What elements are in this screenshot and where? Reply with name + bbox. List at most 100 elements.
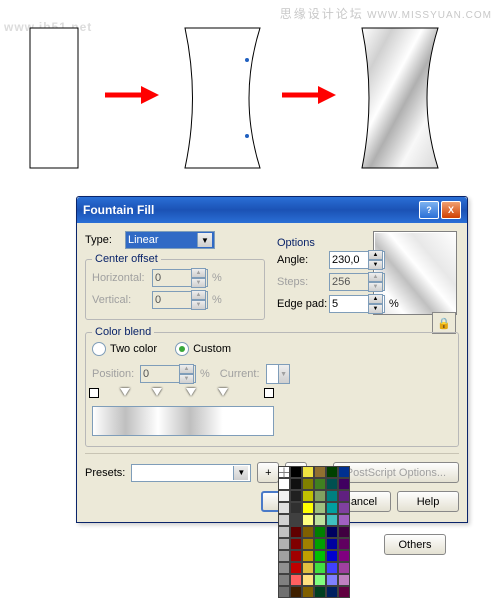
palette-swatch[interactable] — [314, 550, 326, 562]
palette-swatch[interactable] — [278, 478, 290, 490]
presets-label: Presets: — [85, 467, 125, 479]
edgepad-label: Edge pad: — [277, 298, 329, 310]
palette-swatch[interactable] — [290, 586, 302, 598]
palette-swatch[interactable] — [326, 538, 338, 550]
palette-swatch[interactable] — [326, 478, 338, 490]
edgepad-spin[interactable]: ▲▼ — [329, 295, 385, 313]
palette-swatch[interactable] — [278, 466, 290, 478]
fountain-fill-dialog: Fountain Fill ? X 🔒 Type: Linear ▼ Cente… — [76, 196, 468, 523]
palette-swatch[interactable] — [278, 550, 290, 562]
tutorial-illustration — [20, 20, 480, 190]
gradient-track[interactable] — [92, 388, 272, 400]
palette-swatch[interactable] — [302, 466, 314, 478]
palette-swatch[interactable] — [278, 514, 290, 526]
angle-label: Angle: — [277, 254, 329, 266]
palette-swatch[interactable] — [290, 490, 302, 502]
position-label: Position: — [92, 368, 140, 380]
palette-swatch[interactable] — [314, 526, 326, 538]
palette-swatch[interactable] — [302, 586, 314, 598]
palette-swatch[interactable] — [302, 526, 314, 538]
palette-swatch[interactable] — [314, 466, 326, 478]
dialog-title: Fountain Fill — [83, 203, 154, 217]
palette-swatch[interactable] — [326, 574, 338, 586]
palette-swatch[interactable] — [302, 562, 314, 574]
presets-combo[interactable]: ▼ — [131, 464, 251, 482]
palette-swatch[interactable] — [338, 538, 350, 550]
palette-swatch[interactable] — [278, 526, 290, 538]
palette-swatch[interactable] — [290, 562, 302, 574]
palette-swatch[interactable] — [338, 466, 350, 478]
palette-swatch[interactable] — [338, 514, 350, 526]
color-palette[interactable] — [278, 466, 448, 598]
palette-swatch[interactable] — [302, 574, 314, 586]
gradient-bar[interactable] — [92, 406, 274, 436]
palette-swatch[interactable] — [290, 550, 302, 562]
titlebar-close-button[interactable]: X — [441, 201, 461, 219]
palette-swatch[interactable] — [326, 466, 338, 478]
palette-swatch[interactable] — [290, 478, 302, 490]
palette-swatch[interactable] — [314, 586, 326, 598]
palette-swatch[interactable] — [338, 586, 350, 598]
palette-swatch[interactable] — [290, 502, 302, 514]
angle-spin[interactable]: ▲▼ — [329, 251, 385, 269]
palette-swatch[interactable] — [302, 502, 314, 514]
current-color-well[interactable]: ▼ — [266, 364, 290, 384]
custom-radio[interactable]: Custom — [175, 342, 231, 356]
palette-swatch[interactable] — [314, 502, 326, 514]
palette-swatch[interactable] — [314, 574, 326, 586]
horizontal-label: Horizontal: — [92, 272, 152, 284]
others-button[interactable]: Others — [384, 534, 446, 555]
palette-swatch[interactable] — [278, 586, 290, 598]
palette-swatch[interactable] — [338, 526, 350, 538]
color-blend-group: Color blend Two color Custom Position: ▲… — [85, 326, 459, 447]
preset-add-button[interactable]: + — [257, 462, 279, 483]
titlebar-help-button[interactable]: ? — [419, 201, 439, 219]
horizontal-spin: ▲▼ — [152, 269, 208, 287]
palette-swatch[interactable] — [290, 538, 302, 550]
palette-swatch[interactable] — [278, 562, 290, 574]
steps-label: Steps: — [277, 276, 329, 288]
palette-swatch[interactable] — [290, 466, 302, 478]
palette-swatch[interactable] — [314, 490, 326, 502]
palette-swatch[interactable] — [314, 538, 326, 550]
two-color-radio[interactable]: Two color — [92, 342, 157, 356]
palette-swatch[interactable] — [314, 562, 326, 574]
palette-swatch[interactable] — [338, 490, 350, 502]
palette-swatch[interactable] — [278, 538, 290, 550]
options-group: Options Angle: ▲▼ Steps: ▲▼ — [275, 233, 399, 317]
type-label: Type: — [85, 234, 125, 246]
palette-swatch[interactable] — [290, 514, 302, 526]
palette-swatch[interactable] — [302, 538, 314, 550]
palette-swatch[interactable] — [326, 514, 338, 526]
palette-swatch[interactable] — [326, 490, 338, 502]
palette-swatch[interactable] — [302, 550, 314, 562]
palette-swatch[interactable] — [326, 526, 338, 538]
vertical-label: Vertical: — [92, 294, 152, 306]
palette-swatch[interactable] — [314, 478, 326, 490]
palette-swatch[interactable] — [326, 586, 338, 598]
palette-swatch[interactable] — [302, 478, 314, 490]
palette-swatch[interactable] — [290, 526, 302, 538]
palette-swatch[interactable] — [338, 550, 350, 562]
palette-swatch[interactable] — [338, 562, 350, 574]
palette-swatch[interactable] — [338, 478, 350, 490]
center-offset-group: Center offset Horizontal: ▲▼ % Vertical: — [85, 253, 265, 320]
vertical-spin: ▲▼ — [152, 291, 208, 309]
palette-swatch[interactable] — [338, 574, 350, 586]
palette-swatch[interactable] — [338, 502, 350, 514]
type-combo[interactable]: Linear ▼ — [125, 231, 215, 249]
palette-swatch[interactable] — [302, 514, 314, 526]
palette-swatch[interactable] — [314, 514, 326, 526]
position-spin: ▲▼ — [140, 365, 196, 383]
palette-swatch[interactable] — [326, 550, 338, 562]
current-label: Current: — [220, 368, 260, 380]
dialog-titlebar[interactable]: Fountain Fill ? X — [77, 197, 467, 223]
steps-spin: ▲▼ — [329, 273, 385, 291]
palette-swatch[interactable] — [302, 490, 314, 502]
palette-swatch[interactable] — [278, 574, 290, 586]
palette-swatch[interactable] — [326, 502, 338, 514]
palette-swatch[interactable] — [326, 562, 338, 574]
palette-swatch[interactable] — [278, 502, 290, 514]
palette-swatch[interactable] — [278, 490, 290, 502]
palette-swatch[interactable] — [290, 574, 302, 586]
